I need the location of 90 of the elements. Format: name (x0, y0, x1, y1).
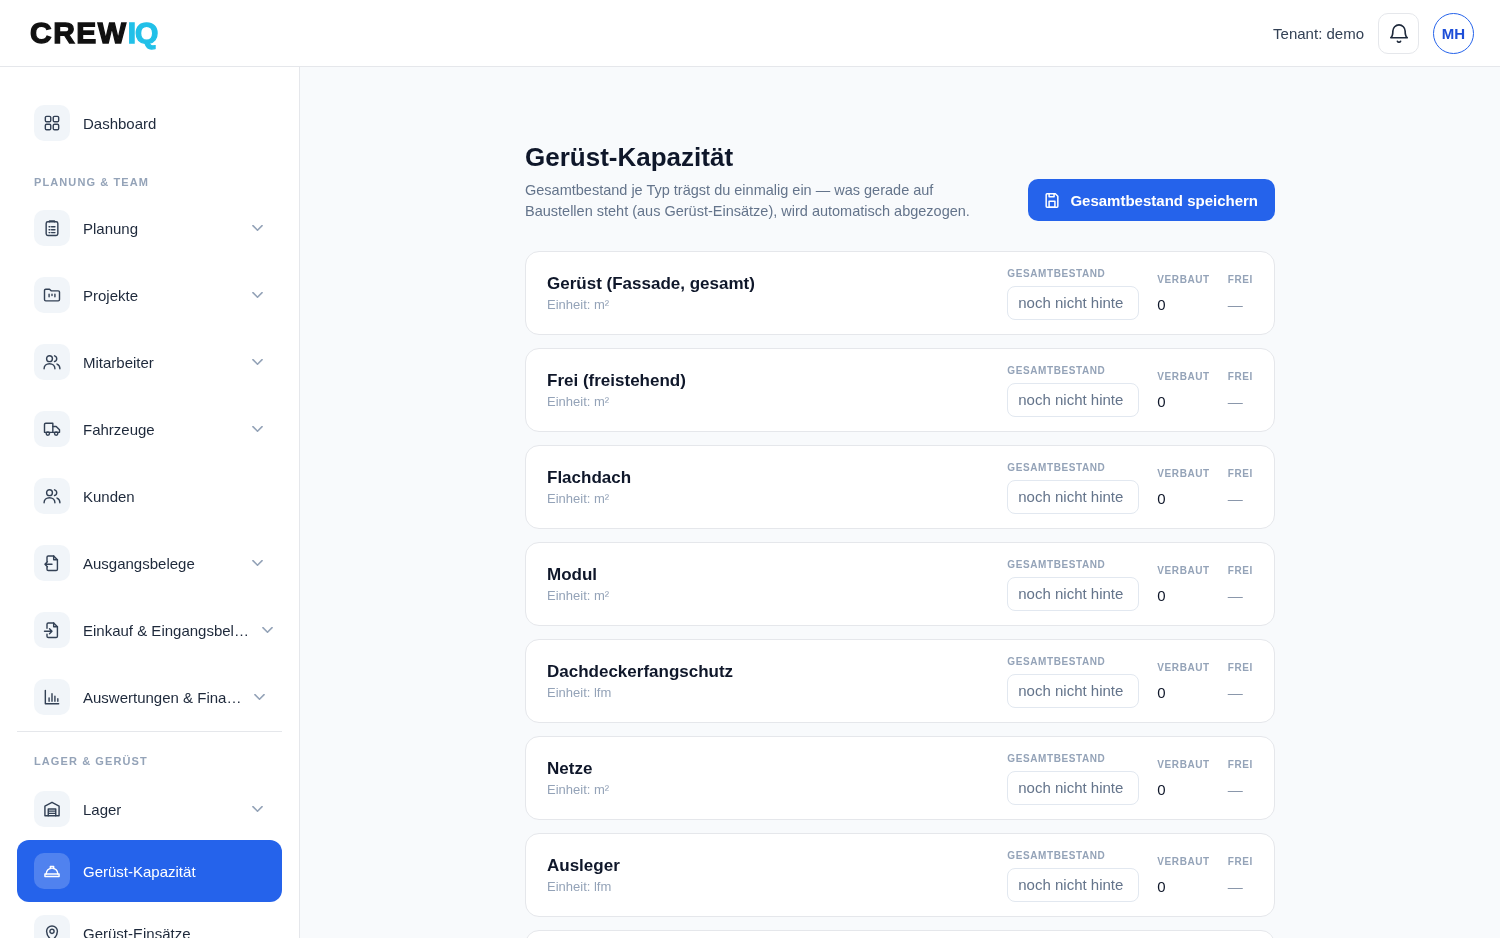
free-value: — (1227, 780, 1243, 799)
type-name: Frei (freistehend) (547, 370, 686, 392)
column-label: VERBAUT (1157, 272, 1210, 286)
column-label: FREI (1227, 272, 1253, 286)
column-label: GESAMTBESTAND (1007, 848, 1106, 862)
hard-hat-icon (34, 853, 70, 889)
bar-chart-icon (34, 679, 70, 715)
column-label: GESAMTBESTAND (1007, 266, 1106, 280)
type-name: Flachdach (547, 467, 632, 489)
users-icon (34, 478, 70, 514)
section-heading: PLANUNG & TEAM (33, 176, 150, 189)
logo: CREWIQ (30, 18, 158, 48)
truck-icon (34, 411, 70, 447)
input-field[interactable]: noch nicht hinte (1007, 673, 1140, 708)
input-field[interactable]: noch nicht hinte (1007, 770, 1140, 805)
nav-item[interactable]: Planung (17, 197, 282, 259)
nav-item[interactable]: Ausgangsbelege (17, 532, 282, 594)
input-field[interactable]: noch nicht hinte (1007, 479, 1140, 514)
installed-value: 0 (1157, 780, 1166, 799)
nav-item[interactable]: Mitarbeiter (17, 331, 282, 393)
unit-label: Einheit: m² (547, 587, 610, 604)
column-label: GESAMTBESTAND (1007, 654, 1106, 668)
type-name: Dachdeckerfangschutz (547, 661, 734, 683)
column-label: FREI (1227, 369, 1253, 383)
folder-icon (34, 277, 70, 313)
document-arrow-icon (34, 545, 70, 581)
unit-label: Einheit: m² (547, 296, 611, 313)
column-label: FREI (1227, 466, 1253, 480)
free-value: — (1227, 489, 1243, 508)
installed-value: 0 (1157, 586, 1166, 605)
unit-label: Einheit: m² (547, 393, 611, 410)
installed-value: 0 (1157, 392, 1166, 411)
input-field[interactable]: noch nicht hinte (1007, 576, 1140, 611)
tenant-label: Tenant: demo (1273, 24, 1364, 42)
input-field[interactable]: noch nicht hinte (1007, 382, 1140, 417)
nav-item[interactable]: Auswertungen & Fina… (17, 666, 282, 728)
section-heading: LAGER & GERÜST (33, 755, 149, 768)
clipboard-icon (34, 210, 70, 246)
free-value: — (1227, 295, 1243, 314)
type-name: Modul (547, 564, 599, 586)
installed-value: 0 (1157, 683, 1166, 702)
save-icon (1045, 192, 1060, 208)
nav-item[interactable]: Fahrzeuge (17, 398, 282, 460)
column-label: VERBAUT (1157, 369, 1210, 383)
nav-item[interactable]: Gerüst-Einsätze (17, 902, 282, 938)
column-label: FREI (1227, 660, 1253, 674)
free-value: — (1227, 877, 1243, 896)
column-label: GESAMTBESTAND (1007, 751, 1106, 765)
nav-item[interactable]: Projekte (17, 264, 282, 326)
column-label: VERBAUT (1157, 466, 1210, 480)
notifications-button[interactable] (1378, 12, 1419, 54)
unit-label: Einheit: m² (547, 490, 611, 507)
unit-label: Einheit: lfm (547, 878, 613, 895)
column-label: VERBAUT (1157, 757, 1210, 771)
page-description: Gesamtbestand je Typ trägst du einmalig ein — was gerade auf Baustellen steht (aus Gerüst-Einsätze), wird automatisch abgezogen. (525, 181, 971, 221)
type-name: Gerüst (Fassade, gesamt) (547, 273, 755, 295)
user-avatar[interactable]: MH (1433, 12, 1474, 54)
warehouse-icon (34, 791, 70, 827)
type-name: Ausleger (547, 855, 620, 877)
users-icon (34, 344, 70, 380)
column-label: GESAMTBESTAND (1007, 363, 1106, 377)
installed-value: 0 (1157, 295, 1166, 314)
free-value: — (1227, 586, 1243, 605)
page-title: Gerüst-Kapazität (525, 141, 734, 173)
bell-icon (1389, 23, 1408, 43)
nav-item[interactable]: Lager (17, 778, 282, 840)
input-field[interactable]: noch nicht hinte (1007, 285, 1140, 320)
installed-value: 0 (1157, 877, 1166, 896)
column-label: GESAMTBESTAND (1007, 557, 1106, 571)
column-label: FREI (1227, 757, 1253, 771)
column-label: GESAMTBESTAND (1007, 460, 1106, 474)
column-label: FREI (1227, 854, 1253, 868)
nav-item[interactable]: Einkauf & Eingangsbel… (17, 599, 282, 661)
grid-icon (34, 105, 70, 141)
nav-item[interactable]: Kunden (17, 465, 282, 527)
installed-value: 0 (1157, 489, 1166, 508)
nav-item[interactable]: Dashboard (17, 92, 282, 154)
type-name: Netze (547, 758, 594, 780)
unit-label: Einheit: m² (547, 781, 610, 798)
input-field[interactable]: noch nicht hinte (1007, 867, 1140, 902)
column-label: FREI (1227, 563, 1253, 577)
free-value: — (1227, 392, 1243, 411)
unit-label: Einheit: lfm (547, 684, 613, 701)
column-label: VERBAUT (1157, 660, 1210, 674)
document-arrow-icon (34, 612, 70, 648)
free-value: — (1227, 683, 1243, 702)
column-label: VERBAUT (1157, 854, 1210, 868)
save-button[interactable]: Gesamtbestand speichern (1028, 179, 1275, 221)
column-label: VERBAUT (1157, 563, 1210, 577)
nav-item[interactable]: Gerüst-Kapazität (17, 840, 282, 902)
